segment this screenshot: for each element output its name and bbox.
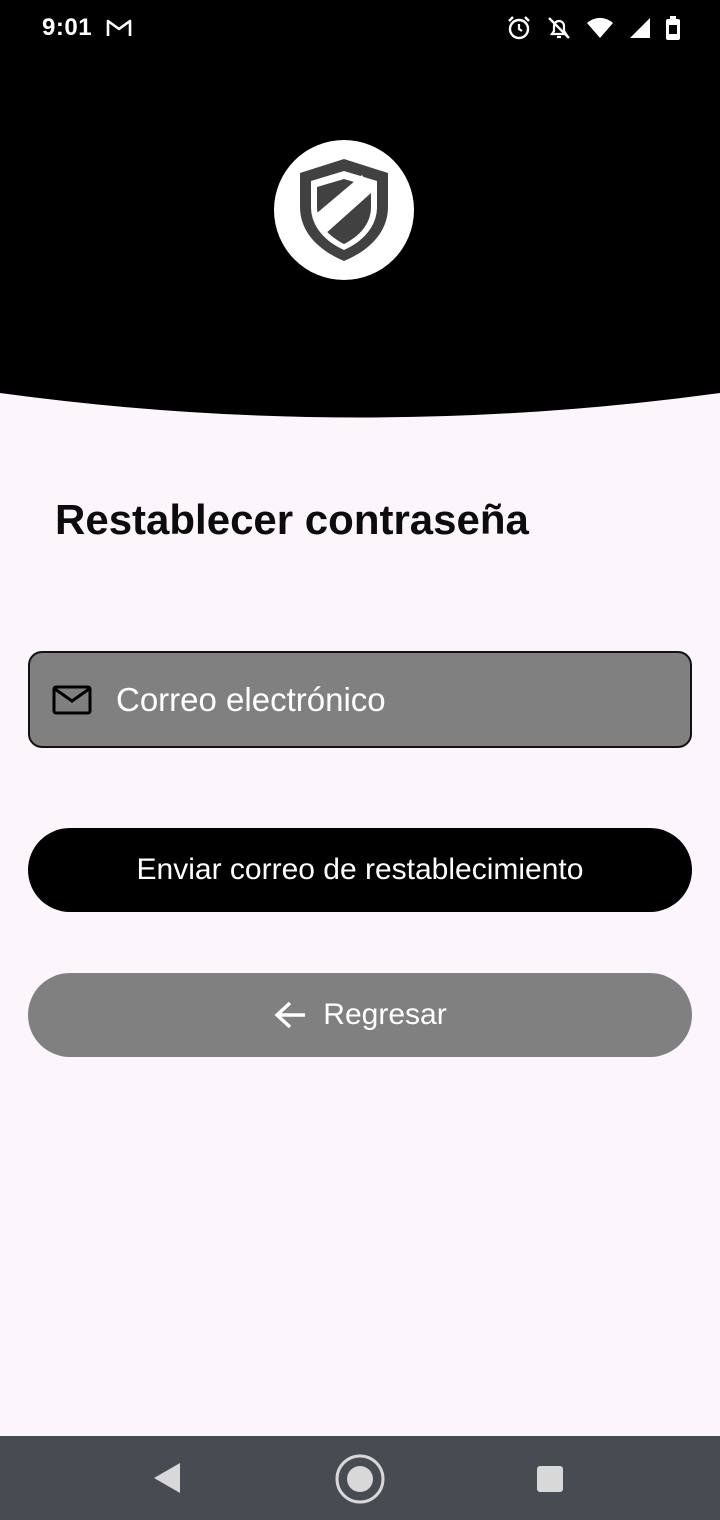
status-left: 9:01 — [42, 14, 132, 42]
nav-recents-icon[interactable] — [536, 1465, 564, 1493]
wifi-icon — [587, 17, 613, 38]
nav-home-icon[interactable] — [334, 1453, 386, 1505]
status-bar: 9:01 — [0, 0, 720, 56]
signal-icon — [630, 18, 650, 38]
back-button[interactable]: Regresar — [28, 973, 692, 1057]
arrow-left-icon — [274, 1001, 306, 1029]
email-input[interactable] — [116, 680, 636, 719]
app-logo — [274, 140, 414, 280]
back-button-label: Regresar — [323, 998, 447, 1031]
send-reset-email-label: Enviar correo de restablecimiento — [136, 853, 584, 886]
shield-icon — [300, 159, 388, 261]
mail-icon — [52, 685, 92, 714]
navigation-bar — [0, 1436, 720, 1520]
send-reset-email-button[interactable]: Enviar correo de restablecimiento — [28, 828, 692, 912]
battery-icon — [666, 16, 680, 40]
alarm-icon — [508, 16, 530, 40]
bell-off-icon — [548, 17, 570, 39]
page-title: Restablecer contraseña — [55, 496, 529, 543]
status-right — [506, 15, 680, 41]
email-field[interactable] — [28, 651, 692, 748]
status-time: 9:01 — [42, 14, 93, 41]
nav-back-icon[interactable] — [150, 1460, 184, 1496]
gmail-icon — [106, 19, 132, 36]
reset-password-screen: 9:01 Restablecer contraseña Correo elect… — [0, 0, 720, 1520]
